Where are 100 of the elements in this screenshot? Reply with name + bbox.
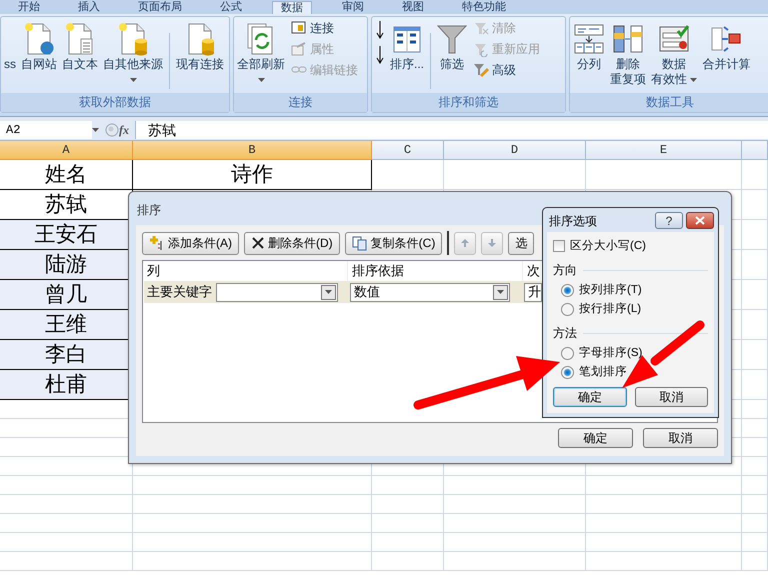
dialog-button[interactable]: 取消 [643, 428, 718, 448]
funnel-pencil-icon [473, 62, 490, 78]
ribbon-button[interactable]: 现有连接 [175, 19, 225, 74]
toolbar-button[interactable]: 选 [508, 232, 534, 254]
group-title: 获取外部数据 [1, 93, 229, 112]
ribbon-tab[interactable]: 页面布局 [130, 1, 190, 13]
table-cell [372, 514, 444, 533]
text-page-icon [65, 22, 95, 56]
table-cell [372, 160, 444, 190]
group-title: 数据工具 [570, 93, 768, 112]
ribbon-button[interactable]: 筛选 [436, 19, 468, 74]
toolbar-button[interactable]: 删除条件(D) [244, 232, 340, 254]
close-button[interactable] [686, 212, 714, 229]
funnel-clear-icon [473, 20, 490, 36]
ribbon-button[interactable]: 自其他来源 [102, 19, 164, 89]
ribbon-button[interactable]: 合并计算 [701, 19, 752, 74]
dropdown-field[interactable]: 升 [524, 282, 542, 302]
group-title: 连接 [234, 93, 367, 112]
section-title: 方法 [553, 325, 577, 342]
funnel-icon [437, 23, 468, 55]
column-header[interactable]: E [586, 141, 742, 160]
table-cell: 姓名 [0, 160, 133, 190]
slider-handle-icon [105, 123, 119, 137]
table-cell [742, 476, 768, 495]
toolbar-button[interactable]: 添加条件(A) [142, 232, 239, 254]
column-header[interactable]: C [372, 141, 444, 160]
caret-icon [130, 78, 136, 82]
sort-grid-icon [392, 24, 422, 54]
radio-button[interactable] [561, 284, 574, 296]
ribbon-tab[interactable]: 视图 [394, 1, 432, 13]
copy-icon [352, 235, 368, 251]
properties-icon [291, 41, 307, 57]
dialog-title: 排序 [136, 202, 162, 219]
ribbon-button[interactable]: 分列 [572, 19, 606, 74]
page-database-icon [118, 22, 148, 56]
radio-label[interactable]: 笔划排序 [579, 364, 627, 380]
ribbon-button[interactable]: 排序... [389, 19, 426, 74]
table-cell [742, 552, 768, 571]
ribbon-button[interactable]: 连接 [289, 19, 360, 37]
dropdown-field[interactable]: 数值 [350, 282, 510, 302]
table-cell [372, 495, 444, 514]
ribbon-tab[interactable]: 公式 [212, 1, 250, 13]
arrow-up-icon [460, 238, 470, 248]
insert-function-button[interactable]: fx [119, 121, 129, 139]
dialog-title: 排序选项 [549, 212, 598, 230]
caret-icon [325, 290, 332, 294]
table-cell [742, 160, 768, 190]
column-header[interactable]: B [133, 141, 372, 160]
name-box[interactable]: A2 [0, 121, 92, 139]
column-header[interactable]: A [0, 141, 133, 160]
sort-descending-icon[interactable] [374, 44, 386, 66]
toolbar-button[interactable]: 复制条件(C) [344, 232, 442, 254]
table-cell [742, 514, 768, 533]
close-icon [695, 216, 705, 225]
radio-label[interactable]: 字母排序(S) [579, 345, 642, 361]
formula-field[interactable]: 苏轼 [135, 121, 768, 139]
caret-icon [690, 78, 698, 82]
checkbox[interactable] [553, 240, 565, 252]
checkbox-label[interactable]: 区分大小写(C) [570, 238, 646, 254]
arrow-down-icon [487, 238, 498, 248]
ribbon-tab[interactable]: 审阅 [334, 1, 372, 13]
ribbon-tab[interactable]: 开始 [10, 1, 48, 13]
dialog-button[interactable]: 取消 [634, 387, 708, 407]
ribbon-button[interactable]: ss [3, 19, 17, 74]
radio-button[interactable] [561, 302, 574, 316]
ribbon-button[interactable]: 数据 有效性 [650, 19, 698, 89]
caret-icon [258, 78, 264, 82]
dialog-button[interactable]: 确定 [558, 428, 633, 448]
radio-label[interactable]: 按行排序(L) [579, 301, 642, 317]
table-cell [742, 495, 768, 514]
ribbon-button[interactable]: 全部刷新 [236, 19, 286, 89]
split-columns-icon [573, 23, 605, 55]
caret-icon [92, 128, 99, 132]
ribbon-tab[interactable]: 特色功能 [454, 1, 514, 13]
ribbon-tab[interactable]: 插入 [70, 1, 108, 13]
table-cell: 诗作 [133, 160, 372, 190]
funnel-reapply-icon [473, 41, 490, 57]
sort-ascending-icon[interactable] [374, 19, 386, 41]
table-cell [742, 533, 768, 552]
table-cell [372, 533, 444, 552]
radio-button[interactable] [561, 346, 574, 360]
table-cell [372, 552, 444, 571]
page-globe-icon [24, 22, 54, 56]
ribbon-button[interactable]: 删除 重复项 [609, 19, 647, 89]
move-down-button[interactable] [481, 232, 504, 254]
radio-label[interactable]: 按列排序(T) [579, 282, 642, 298]
dialog-button[interactable]: 确定 [553, 387, 626, 407]
connection-icon [291, 20, 307, 36]
dropdown-field[interactable] [216, 282, 338, 302]
table-cell [742, 457, 768, 476]
move-up-button[interactable] [454, 232, 476, 254]
remove-duplicates-icon [612, 23, 644, 55]
column-header[interactable]: D [444, 141, 586, 160]
ribbon-button[interactable]: 自文本 [61, 19, 99, 74]
radio-button[interactable] [561, 366, 574, 378]
ribbon-button[interactable]: 自网站 [20, 19, 58, 74]
section-title: 方向 [553, 262, 577, 279]
ribbon-tab[interactable]: 数据 [272, 0, 312, 14]
help-button[interactable]: ? [655, 212, 683, 229]
ribbon-button[interactable]: 高级 [471, 61, 542, 79]
